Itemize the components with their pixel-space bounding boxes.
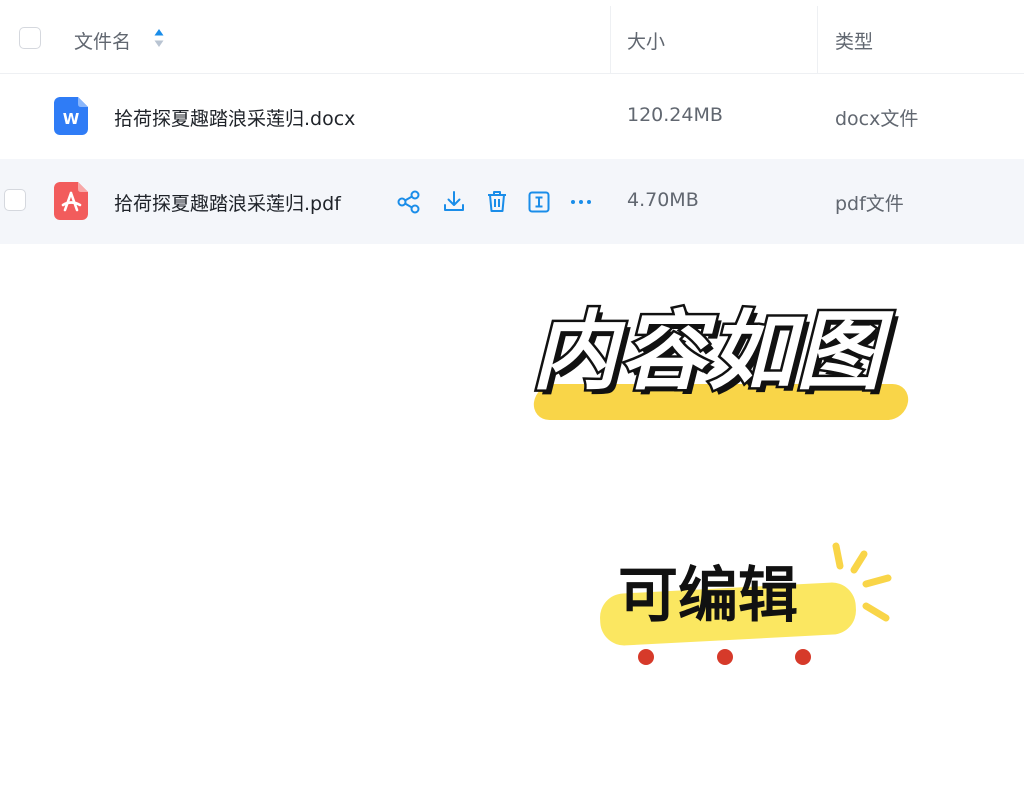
file-manager-page: 文件名 大小 类型 W 拾荷探夏趣踏浪采莲归.docx 120.24MB doc…	[0, 0, 1024, 786]
word-doc-icon: W	[54, 97, 88, 135]
pdf-icon	[54, 182, 88, 220]
file-name[interactable]: 拾荷探夏趣踏浪采莲归.docx	[114, 104, 355, 131]
column-header-size[interactable]: 大小	[627, 27, 665, 54]
column-header-name[interactable]: 文件名	[74, 27, 131, 54]
download-icon[interactable]	[441, 189, 467, 215]
select-all-checkbox[interactable]	[19, 27, 41, 49]
row-checkbox[interactable]	[4, 189, 26, 211]
editable-sticker: 可编辑	[596, 540, 906, 670]
editable-text: 可编辑	[618, 561, 798, 631]
more-icon[interactable]	[568, 189, 594, 215]
table-row[interactable]: W 拾荷探夏趣踏浪采莲归.docx 120.24MB docx文件	[0, 74, 1024, 159]
sparkle-rays-icon	[832, 542, 892, 622]
share-icon[interactable]	[396, 189, 422, 215]
sort-icon[interactable]	[153, 27, 165, 49]
file-size: 120.24MB	[627, 104, 723, 126]
rename-icon[interactable]	[526, 189, 552, 215]
decor-dot	[717, 649, 733, 665]
file-size: 4.70MB	[627, 189, 699, 211]
headline-text: 内容如图	[530, 300, 885, 405]
file-type: docx文件	[835, 108, 919, 130]
file-table: 文件名 大小 类型 W 拾荷探夏趣踏浪采莲归.docx 120.24MB doc…	[0, 0, 1024, 244]
file-name[interactable]: 拾荷探夏趣踏浪采莲归.pdf	[114, 189, 341, 216]
table-row[interactable]: 拾荷探夏趣踏浪采莲归.pdf 4.70MB pdf文件	[0, 159, 1024, 244]
decor-dot	[795, 649, 811, 665]
decor-dot	[638, 649, 654, 665]
file-type: pdf文件	[835, 193, 904, 215]
table-header: 文件名 大小 类型	[0, 0, 1024, 74]
column-divider[interactable]	[610, 6, 611, 73]
column-divider[interactable]	[817, 6, 818, 73]
column-header-type[interactable]: 类型	[835, 27, 873, 54]
svg-text:W: W	[63, 110, 80, 128]
headline-sticker: 内容如图	[530, 300, 950, 430]
delete-icon[interactable]	[484, 189, 510, 215]
